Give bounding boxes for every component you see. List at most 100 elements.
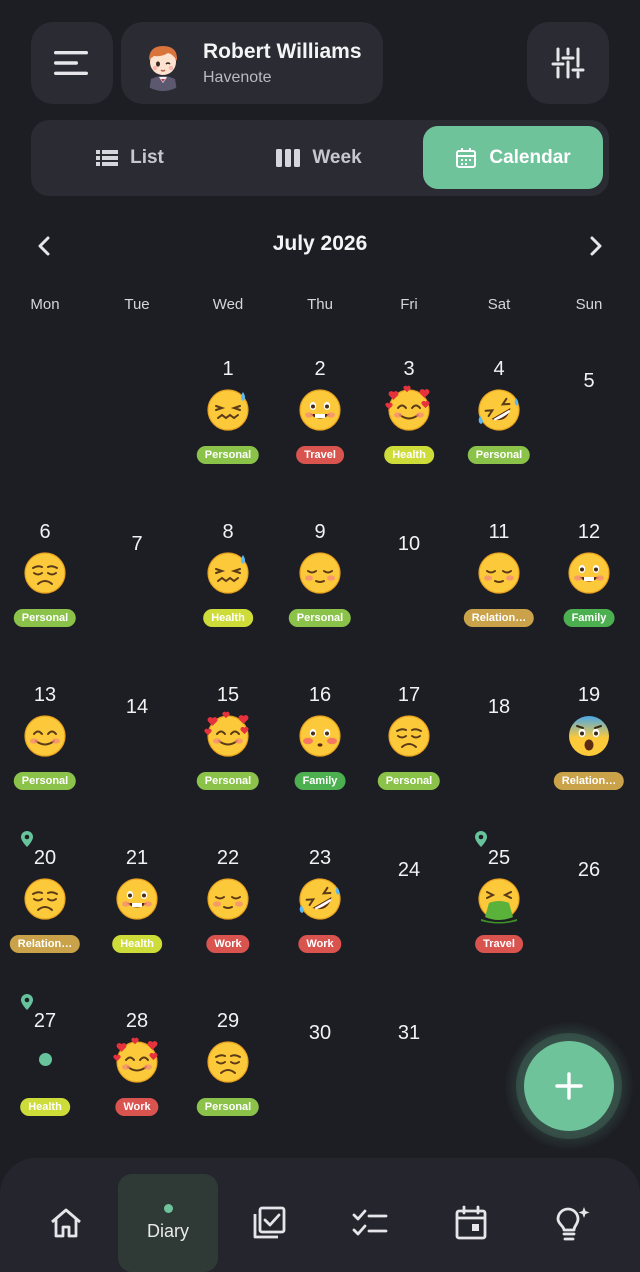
nav-ideas[interactable] — [522, 1174, 622, 1272]
calendar-day[interactable]: 4 Personal — [459, 352, 539, 472]
hearts-around-emoji-icon — [113, 1037, 159, 1089]
category-tag: Work — [298, 935, 342, 953]
calendar-day[interactable]: 26 — [549, 841, 629, 961]
profile-card[interactable]: Robert Williams Havenote — [121, 22, 383, 104]
calendar-day[interactable]: 6 Personal — [5, 515, 85, 635]
calendar-day[interactable]: 11 Relation… — [459, 515, 539, 635]
calendar-day[interactable]: 31 — [369, 1004, 449, 1124]
nav-diary-label: Diary — [146, 1221, 189, 1241]
calendar-day[interactable]: 27 Health — [5, 994, 85, 1124]
calendar-day[interactable]: 13 Personal — [5, 678, 85, 798]
category-tag: Health — [384, 446, 434, 464]
calendar-day[interactable]: 3 Health — [369, 352, 449, 472]
day-number: 2 — [314, 358, 326, 380]
calendar-day[interactable]: 16 Family — [280, 678, 360, 798]
calendar-day[interactable]: 21 Health — [97, 841, 177, 961]
relieved-blush-emoji-icon — [206, 877, 250, 926]
calendar-day[interactable]: 28 Work — [97, 1004, 177, 1124]
chevron-right-icon — [590, 236, 602, 256]
category-tag: Health — [112, 935, 162, 953]
calendar-day[interactable]: 14 — [97, 678, 177, 798]
day-number: 10 — [397, 533, 421, 555]
month-navigation: July 2026 — [0, 222, 640, 270]
calendar-day[interactable]: 15 Personal — [188, 678, 268, 798]
list-icon — [96, 149, 119, 166]
day-number: 16 — [308, 684, 332, 706]
calendar-day[interactable]: 23 Work — [280, 841, 360, 961]
calendar-day[interactable]: 30 — [280, 1004, 360, 1124]
sliders-icon — [551, 47, 585, 79]
weekday-label: Fri — [400, 296, 418, 313]
category-tag: Relation… — [9, 935, 81, 953]
flushed-emoji-icon — [298, 714, 342, 763]
calendar-day[interactable]: 1 Personal — [188, 352, 268, 472]
lightbulb-icon — [556, 1207, 590, 1241]
add-entry-button[interactable] — [524, 1041, 614, 1131]
next-month-button[interactable] — [580, 230, 612, 262]
location-pin-icon — [21, 994, 33, 1015]
category-tag: Personal — [13, 609, 77, 627]
menu-button[interactable] — [31, 22, 113, 104]
nav-tasks[interactable] — [320, 1174, 420, 1272]
hearts-around-emoji-icon — [204, 711, 250, 763]
weary-emoji-icon — [23, 551, 67, 600]
category-tag: Personal — [467, 446, 531, 464]
smile-emoji-icon — [23, 714, 67, 763]
app-name: Havenote — [203, 69, 272, 86]
tab-week[interactable]: Week — [231, 126, 407, 189]
day-number: 19 — [577, 684, 601, 706]
nav-checklist-book[interactable] — [219, 1174, 319, 1272]
month-title: July 2026 — [272, 232, 368, 255]
weekday-label: Sat — [487, 296, 511, 313]
calendar-day[interactable]: 8 Health — [188, 515, 268, 635]
day-number: 11 — [488, 521, 510, 543]
calendar-day[interactable]: 25 Travel — [459, 831, 539, 961]
calendar-day[interactable]: 22 Work — [188, 841, 268, 961]
category-tag: Family — [294, 772, 346, 790]
category-tag: Personal — [377, 772, 441, 790]
calendar-day[interactable]: 2 Travel — [280, 352, 360, 472]
day-number: 20 — [33, 847, 57, 869]
nav-home[interactable] — [16, 1174, 116, 1272]
category-tag: Personal — [288, 609, 352, 627]
weekday-label: Sun — [575, 296, 603, 313]
category-tag: Personal — [196, 446, 260, 464]
tab-list[interactable]: List — [45, 126, 215, 189]
calendar-day[interactable]: 18 — [459, 678, 539, 798]
calendar-day[interactable]: 7 — [97, 515, 177, 635]
day-number: 24 — [397, 859, 421, 881]
tab-week-label: Week — [312, 146, 362, 168]
calendar-day[interactable]: 19 Relation… — [549, 678, 629, 798]
day-number: 9 — [314, 521, 326, 543]
nav-diary[interactable]: Diary — [118, 1174, 218, 1272]
day-number: 27 — [33, 1010, 57, 1032]
grimace-sweat-emoji-icon — [206, 388, 250, 437]
relieved-blush-emoji-icon — [477, 551, 521, 600]
hearts-around-emoji-icon — [385, 385, 431, 437]
calendar-day[interactable]: 29 Personal — [188, 1004, 268, 1124]
relieved-blush-emoji-icon — [298, 551, 342, 600]
vomit-emoji-icon — [477, 877, 521, 926]
day-number: 6 — [39, 521, 51, 543]
day-number: 15 — [216, 684, 240, 706]
grin-teeth-emoji-icon — [115, 877, 159, 926]
weary-emoji-icon — [23, 877, 67, 926]
calendar-day[interactable]: 17 Personal — [369, 678, 449, 798]
calendar-icon — [456, 147, 477, 168]
calendar-day[interactable]: 9 Personal — [280, 515, 360, 635]
calendar-day[interactable]: 24 — [369, 841, 449, 961]
nav-calendar[interactable] — [421, 1174, 521, 1272]
tab-list-label: List — [130, 146, 164, 168]
calendar-day[interactable]: 12 Family — [549, 515, 629, 635]
grin-teeth-emoji-icon — [567, 551, 611, 600]
filter-button[interactable] — [527, 22, 609, 104]
calendar-day[interactable]: 20 Relation… — [5, 831, 85, 961]
calendar-day[interactable]: 10 — [369, 515, 449, 635]
day-number: 18 — [487, 696, 511, 718]
day-number: 23 — [308, 847, 332, 869]
calendar-day[interactable]: 5 — [549, 352, 629, 472]
tab-calendar[interactable]: Calendar — [423, 126, 603, 189]
weekday-label: Wed — [212, 296, 244, 313]
rofl-emoji-icon — [298, 877, 342, 926]
day-number: 25 — [487, 847, 511, 869]
